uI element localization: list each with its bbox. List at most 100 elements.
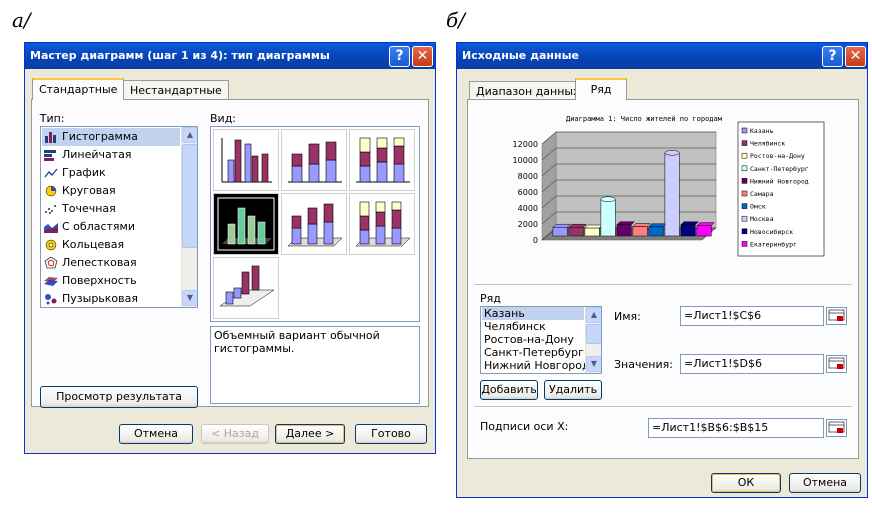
series-name-field[interactable]: =Лист1!$C$6 <box>680 306 824 326</box>
ok-button[interactable]: ОК <box>711 473 781 493</box>
chart-bar-top <box>616 221 635 226</box>
pie-chart-icon <box>44 185 58 197</box>
chart-type-item[interactable]: Лепестковая <box>42 254 180 272</box>
legend-swatch <box>741 127 748 134</box>
series-list[interactable]: Казань Челябинск Ростов-на-Дону Санкт-Петер… <box>480 306 602 374</box>
type-label-text: Тип: <box>39 112 65 125</box>
legend-label: Екатеринбург <box>750 240 797 248</box>
remove-series-button[interactable]: Удалить <box>544 380 602 400</box>
legend-label: Москва <box>750 215 774 223</box>
percent-stacked-column-icon <box>356 137 410 183</box>
chart-type-label: Гистограмма <box>62 130 138 143</box>
chart-type-label: Круговая <box>62 184 116 197</box>
legend-label: Новосибирск <box>750 228 793 236</box>
series-scrollbar[interactable]: ▲ ▼ <box>585 307 601 373</box>
close-icon[interactable]: ✕ <box>845 46 866 67</box>
legend-label: Нижний Новгород <box>750 177 809 185</box>
scroll-down-icon[interactable]: ▼ <box>586 356 601 372</box>
help-icon[interactable]: ? <box>389 46 410 67</box>
back-button[interactable]: < Назад <box>201 424 269 444</box>
scatter-chart-icon <box>44 203 58 215</box>
x-labels-label: Подписи оси X: <box>480 420 569 433</box>
subtype-3d-100-stacked-column[interactable] <box>349 193 415 255</box>
clustered-column-icon <box>221 138 272 183</box>
source-title: Исходные данные <box>462 49 580 62</box>
divider <box>474 284 852 286</box>
source-data-dialog: Исходные данные ? ✕ Диапазон данных Ряд … <box>456 42 868 498</box>
legend-swatch <box>741 203 748 209</box>
series-list-item[interactable]: Ростов-на-Дону <box>482 333 584 346</box>
chart-bar <box>664 152 680 237</box>
subtype-3d-stacked-column[interactable] <box>281 193 347 255</box>
scroll-thumb[interactable] <box>182 144 197 248</box>
y-tick-label: 10000 <box>513 156 538 165</box>
x-labels-field[interactable]: =Лист1!$B$6:$B$15 <box>648 418 824 438</box>
scroll-up-icon[interactable]: ▲ <box>586 307 601 323</box>
cancel-button[interactable]: Отмена <box>119 424 193 444</box>
subtype-3d-clustered-column[interactable] <box>213 193 279 255</box>
subtype-description: Объемный вариант обычной гистограммы. <box>210 326 420 404</box>
next-button[interactable]: Далее > <box>275 424 345 444</box>
tab-standard[interactable]: Стандартные <box>32 78 125 100</box>
finish-button[interactable]: Готово <box>355 424 427 444</box>
y-tick-label: 4000 <box>518 204 538 213</box>
source-tab-panel: Диаграмма 1: Число жителей по городам 0 20… <box>467 99 859 459</box>
chart-bar <box>648 226 664 237</box>
series-list-item[interactable]: Нижний Новгород <box>482 359 590 372</box>
tab-series[interactable]: Ряд <box>575 78 627 100</box>
chart-bar <box>552 226 568 237</box>
tab-data-range[interactable]: Диапазон данных <box>469 81 587 101</box>
legend-swatch <box>741 178 748 184</box>
add-series-button[interactable]: Добавить <box>480 380 538 400</box>
chart-title: Диаграмма 1: Число жителей по городам <box>566 115 723 123</box>
chart-type-item[interactable]: Круговая <box>42 182 180 200</box>
chart-type-item[interactable]: Точечная <box>42 200 180 218</box>
chart-type-item[interactable]: Пузырьковая <box>42 290 180 307</box>
legend-swatch <box>741 190 748 197</box>
line-chart-icon <box>44 167 58 179</box>
chart-type-label: График <box>62 166 106 179</box>
wizard-titlebar[interactable]: Мастер диаграмм (шаг 1 из 4): тип диагра… <box>25 43 435 69</box>
chart-bar-top <box>584 224 603 229</box>
chart-type-item[interactable]: Кольцевая <box>42 236 180 254</box>
scroll-thumb[interactable] <box>586 324 601 344</box>
chart-bar <box>632 226 648 237</box>
subtype-clustered-column[interactable] <box>213 129 279 191</box>
tab-custom[interactable]: Нестандартные <box>123 80 229 100</box>
preview-result-button[interactable]: Просмотр результата <box>40 386 198 408</box>
series-list-item[interactable]: Казань <box>482 307 584 320</box>
chart-type-item[interactable]: Линейчатая <box>42 146 180 164</box>
chart-type-item[interactable]: График <box>42 164 180 182</box>
collapse-dialog-icon[interactable] <box>826 307 847 325</box>
help-icon[interactable]: ? <box>822 46 843 67</box>
series-list-item[interactable]: Санкт-Петербург <box>482 346 584 359</box>
chart-type-item[interactable]: Гистограмма <box>42 128 180 146</box>
series-values-field[interactable]: =Лист1!$D$6 <box>680 354 824 374</box>
chart-bar <box>696 225 712 237</box>
collapse-dialog-icon[interactable] <box>826 355 847 373</box>
source-titlebar[interactable]: Исходные данные <box>457 43 867 69</box>
surface-chart-icon <box>44 275 58 287</box>
legend-swatch <box>741 140 748 146</box>
wizard-tab-panel: ТТип: Гистограмма Линейчатая График Кругова… <box>31 99 429 408</box>
subtype-stacked-column[interactable] <box>281 129 347 191</box>
area-chart-icon <box>44 221 58 233</box>
chart-type-scrollbar[interactable]: ▲ ▼ <box>181 127 197 307</box>
chart-subtype-gallery[interactable] <box>210 126 420 322</box>
cancel-button[interactable]: Отмена <box>789 473 861 493</box>
scroll-up-icon[interactable]: ▲ <box>182 127 197 143</box>
chart-type-list[interactable]: Гистограмма Линейчатая График Круговая Точеч… <box>40 126 198 308</box>
close-icon[interactable]: ✕ <box>412 46 433 67</box>
chart-type-item[interactable]: Поверхность <box>42 272 180 290</box>
collapse-dialog-icon[interactable] <box>826 419 847 437</box>
3d-clustered-column-icon <box>217 197 275 251</box>
scroll-down-icon[interactable]: ▼ <box>182 290 197 306</box>
chart-type-item[interactable]: С областями <box>42 218 180 236</box>
legend-swatch <box>741 152 748 159</box>
values-label: Значения: <box>614 358 673 371</box>
column-chart-icon <box>44 131 58 143</box>
subtype-100-stacked-column[interactable] <box>349 129 415 191</box>
series-list-item[interactable]: Челябинск <box>482 320 584 333</box>
subtype-3d-column[interactable] <box>213 257 279 319</box>
chart-type-label: Линейчатая <box>62 148 132 161</box>
